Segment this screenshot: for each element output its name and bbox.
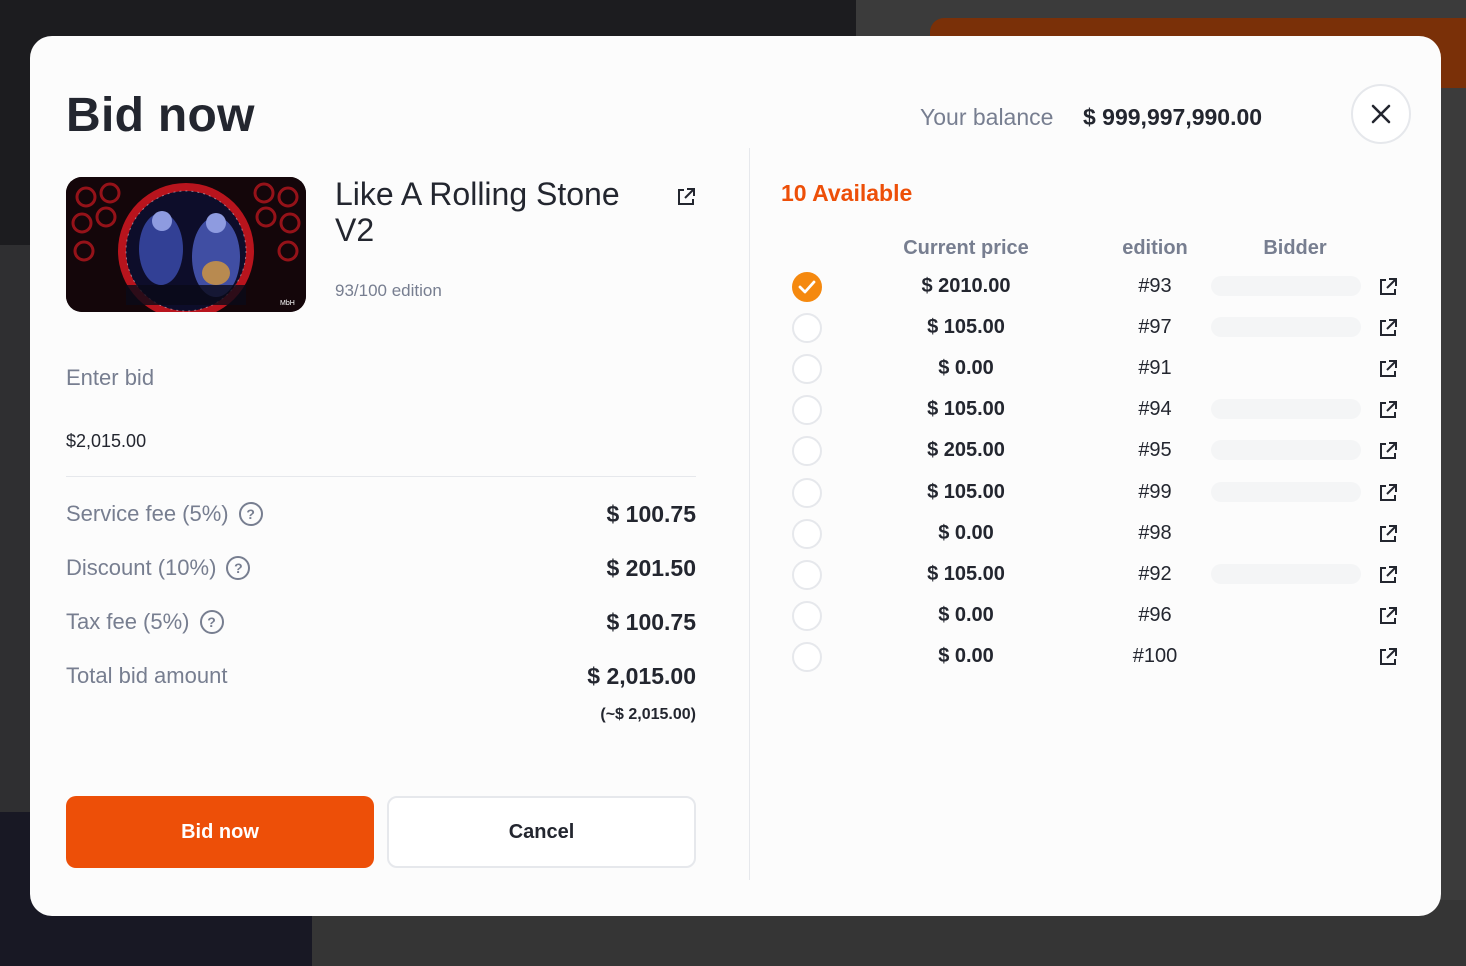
- available-count: 10 Available: [781, 180, 913, 206]
- service-fee-label: Service fee (5%): [66, 501, 229, 526]
- discount-value: $ 201.50: [606, 554, 696, 581]
- balance-label: Your balance: [920, 104, 1054, 130]
- edition-number: #93: [1138, 275, 1172, 297]
- edition-price: $ 0.00: [938, 522, 994, 544]
- edition-price: $ 105.00: [927, 481, 1005, 503]
- item-edition: 93/100 edition: [335, 281, 442, 300]
- edition-row[interactable]: $ 0.00 #98: [781, 516, 1401, 552]
- tax-fee-value: $ 100.75: [606, 608, 696, 635]
- edition-number: #100: [1132, 645, 1178, 667]
- service-fee-value: $ 100.75: [606, 500, 696, 527]
- edition-radio[interactable]: [792, 519, 822, 549]
- edition-number: #94: [1138, 398, 1172, 420]
- header-bidder: Bidder: [1263, 237, 1327, 259]
- edition-row[interactable]: $ 0.00 #91: [781, 351, 1401, 387]
- external-link-icon[interactable]: [1377, 317, 1399, 339]
- external-link-icon[interactable]: [1377, 646, 1399, 668]
- external-link-icon[interactable]: [1377, 523, 1399, 545]
- edition-price: $ 0.00: [938, 604, 994, 626]
- header-current-price: Current price: [903, 237, 1029, 259]
- bid-now-button[interactable]: Bid now: [66, 796, 374, 868]
- edition-row[interactable]: $ 105.00 #99: [781, 475, 1401, 511]
- edition-radio[interactable]: [792, 436, 822, 466]
- edition-row[interactable]: $ 105.00 #92: [781, 557, 1401, 593]
- edition-radio[interactable]: [792, 601, 822, 631]
- item-thumbnail: MbH: [66, 177, 306, 312]
- external-link-icon[interactable]: [1377, 440, 1399, 462]
- discount-row: Discount (10%) ? $ 201.50: [66, 552, 696, 584]
- edition-number: #92: [1138, 563, 1172, 585]
- check-icon: [798, 280, 816, 294]
- bidder-placeholder: [1211, 276, 1361, 296]
- external-link-icon[interactable]: [1377, 605, 1399, 627]
- close-icon: [1371, 104, 1391, 124]
- total-row: Total bid amount $ 2,015.00: [66, 660, 696, 692]
- edition-radio[interactable]: [792, 272, 822, 302]
- bidder-placeholder: [1211, 440, 1361, 460]
- edition-row[interactable]: $ 205.00 #95: [781, 433, 1401, 469]
- edition-price: $ 2010.00: [921, 275, 1011, 297]
- service-fee-row: Service fee (5%) ? $ 100.75: [66, 498, 696, 530]
- external-link-icon[interactable]: [1377, 399, 1399, 421]
- bidder-placeholder: [1211, 564, 1361, 584]
- edition-row[interactable]: $ 105.00 #97: [781, 310, 1401, 346]
- total-value: $ 2,015.00: [587, 662, 696, 689]
- item-name: Like A Rolling Stone V2: [335, 176, 620, 248]
- edition-row[interactable]: $ 0.00 #100: [781, 639, 1401, 675]
- help-icon[interactable]: ?: [199, 610, 224, 634]
- edition-number: #98: [1138, 522, 1172, 544]
- help-icon[interactable]: ?: [238, 502, 263, 526]
- close-button[interactable]: [1351, 84, 1411, 144]
- edition-price: $ 0.00: [938, 357, 994, 379]
- edition-radio[interactable]: [792, 642, 822, 672]
- svg-text:MbH: MbH: [280, 300, 295, 307]
- cancel-button[interactable]: Cancel: [387, 796, 696, 868]
- bidder-placeholder: [1211, 482, 1361, 502]
- bid-input-divider: [66, 476, 696, 477]
- bidder-placeholder: [1211, 399, 1361, 419]
- edition-radio[interactable]: [792, 395, 822, 425]
- edition-number: #99: [1138, 481, 1172, 503]
- edition-number: #95: [1138, 439, 1172, 461]
- modal-title: Bid now: [66, 89, 255, 142]
- bidder-placeholder: [1211, 317, 1361, 337]
- column-divider: [749, 148, 750, 880]
- bid-input[interactable]: [66, 426, 696, 456]
- edition-radio[interactable]: [792, 313, 822, 343]
- total-approx: (~$ 2,015.00): [600, 706, 696, 723]
- external-link-icon[interactable]: [1377, 358, 1399, 380]
- total-label: Total bid amount: [66, 663, 228, 688]
- edition-row[interactable]: $ 105.00 #94: [781, 392, 1401, 428]
- help-icon[interactable]: ?: [226, 556, 251, 580]
- balance-value: $ 999,997,990.00: [1083, 104, 1263, 130]
- edition-radio[interactable]: [792, 478, 822, 508]
- bid-modal: Bid now Your balance $ 999,997,990.00 Mb…: [30, 36, 1441, 916]
- external-link-icon[interactable]: [1377, 564, 1399, 586]
- edition-radio[interactable]: [792, 560, 822, 590]
- external-link-icon[interactable]: [1377, 482, 1399, 504]
- edition-price: $ 105.00: [927, 563, 1005, 585]
- edition-row[interactable]: $ 2010.00 #93: [781, 269, 1401, 305]
- bid-input-label: Enter bid: [66, 365, 155, 390]
- discount-label: Discount (10%): [66, 555, 217, 580]
- external-link-icon[interactable]: [1377, 276, 1399, 298]
- edition-number: #91: [1138, 357, 1172, 379]
- edition-row[interactable]: $ 0.00 #96: [781, 598, 1401, 634]
- edition-price: $ 205.00: [927, 439, 1005, 461]
- external-link-icon[interactable]: [675, 186, 697, 208]
- header-edition: edition: [1122, 237, 1188, 259]
- tax-fee-label: Tax fee (5%): [66, 609, 190, 634]
- edition-price: $ 0.00: [938, 645, 994, 667]
- edition-radio[interactable]: [792, 354, 822, 384]
- edition-price: $ 105.00: [927, 398, 1005, 420]
- edition-number: #97: [1138, 316, 1172, 338]
- tax-fee-row: Tax fee (5%) ? $ 100.75: [66, 606, 696, 638]
- edition-number: #96: [1138, 604, 1172, 626]
- edition-price: $ 105.00: [927, 316, 1005, 338]
